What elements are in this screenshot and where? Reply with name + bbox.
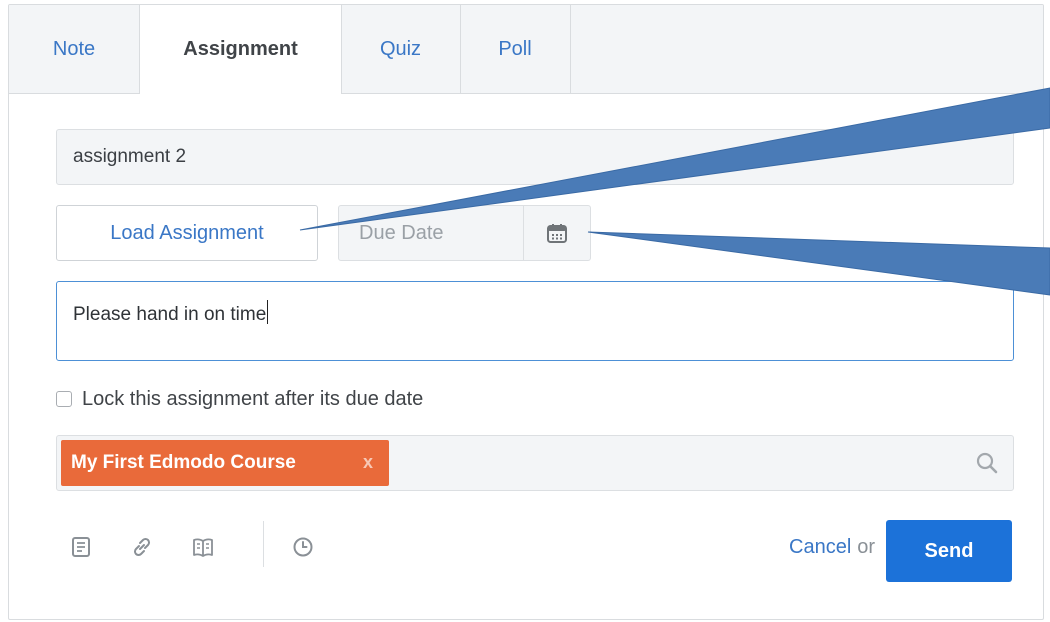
assignment-description-textarea[interactable]: Please hand in on time xyxy=(56,281,1014,361)
calendar-icon xyxy=(547,224,567,243)
clock-icon[interactable] xyxy=(291,535,315,559)
recipient-chip-label: My First Edmodo Course xyxy=(71,452,296,473)
description-text: Please hand in on time xyxy=(73,304,267,325)
cancel-link[interactable]: Cancel xyxy=(789,536,851,559)
due-date-field: Due Date xyxy=(338,205,591,261)
toolbar-divider xyxy=(263,521,264,567)
file-icon[interactable] xyxy=(69,535,93,559)
send-button[interactable]: Send xyxy=(886,520,1012,582)
assignment-title-input[interactable]: assignment 2 xyxy=(56,129,1014,185)
recipient-chip: My First Edmodo Course x xyxy=(61,440,389,486)
load-assignment-button[interactable]: Load Assignment xyxy=(56,205,318,261)
cancel-row: Cancel or xyxy=(789,532,875,562)
recipient-field[interactable]: My First Edmodo Course x xyxy=(56,435,1014,491)
tab-quiz[interactable]: Quiz xyxy=(341,5,461,93)
tab-poll[interactable]: Poll xyxy=(460,5,571,93)
lock-checkbox[interactable] xyxy=(56,391,72,407)
due-date-input[interactable]: Due Date xyxy=(339,206,524,260)
search-icon[interactable] xyxy=(975,451,999,475)
link-icon[interactable] xyxy=(130,535,154,559)
tab-assignment[interactable]: Assignment xyxy=(139,5,342,94)
tab-note[interactable]: Note xyxy=(9,5,140,93)
tab-bar: Note Assignment Quiz Poll xyxy=(9,5,1043,94)
lock-assignment-row: Lock this assignment after its due date xyxy=(56,385,423,413)
or-text: or xyxy=(857,535,876,558)
text-cursor xyxy=(267,300,269,324)
calendar-button[interactable] xyxy=(523,206,590,260)
library-icon[interactable] xyxy=(191,535,215,559)
post-composer: Note Assignment Quiz Poll assignment 2 L… xyxy=(8,4,1044,620)
lock-label: Lock this assignment after its due date xyxy=(82,387,424,410)
remove-recipient-button[interactable]: x xyxy=(363,452,373,473)
